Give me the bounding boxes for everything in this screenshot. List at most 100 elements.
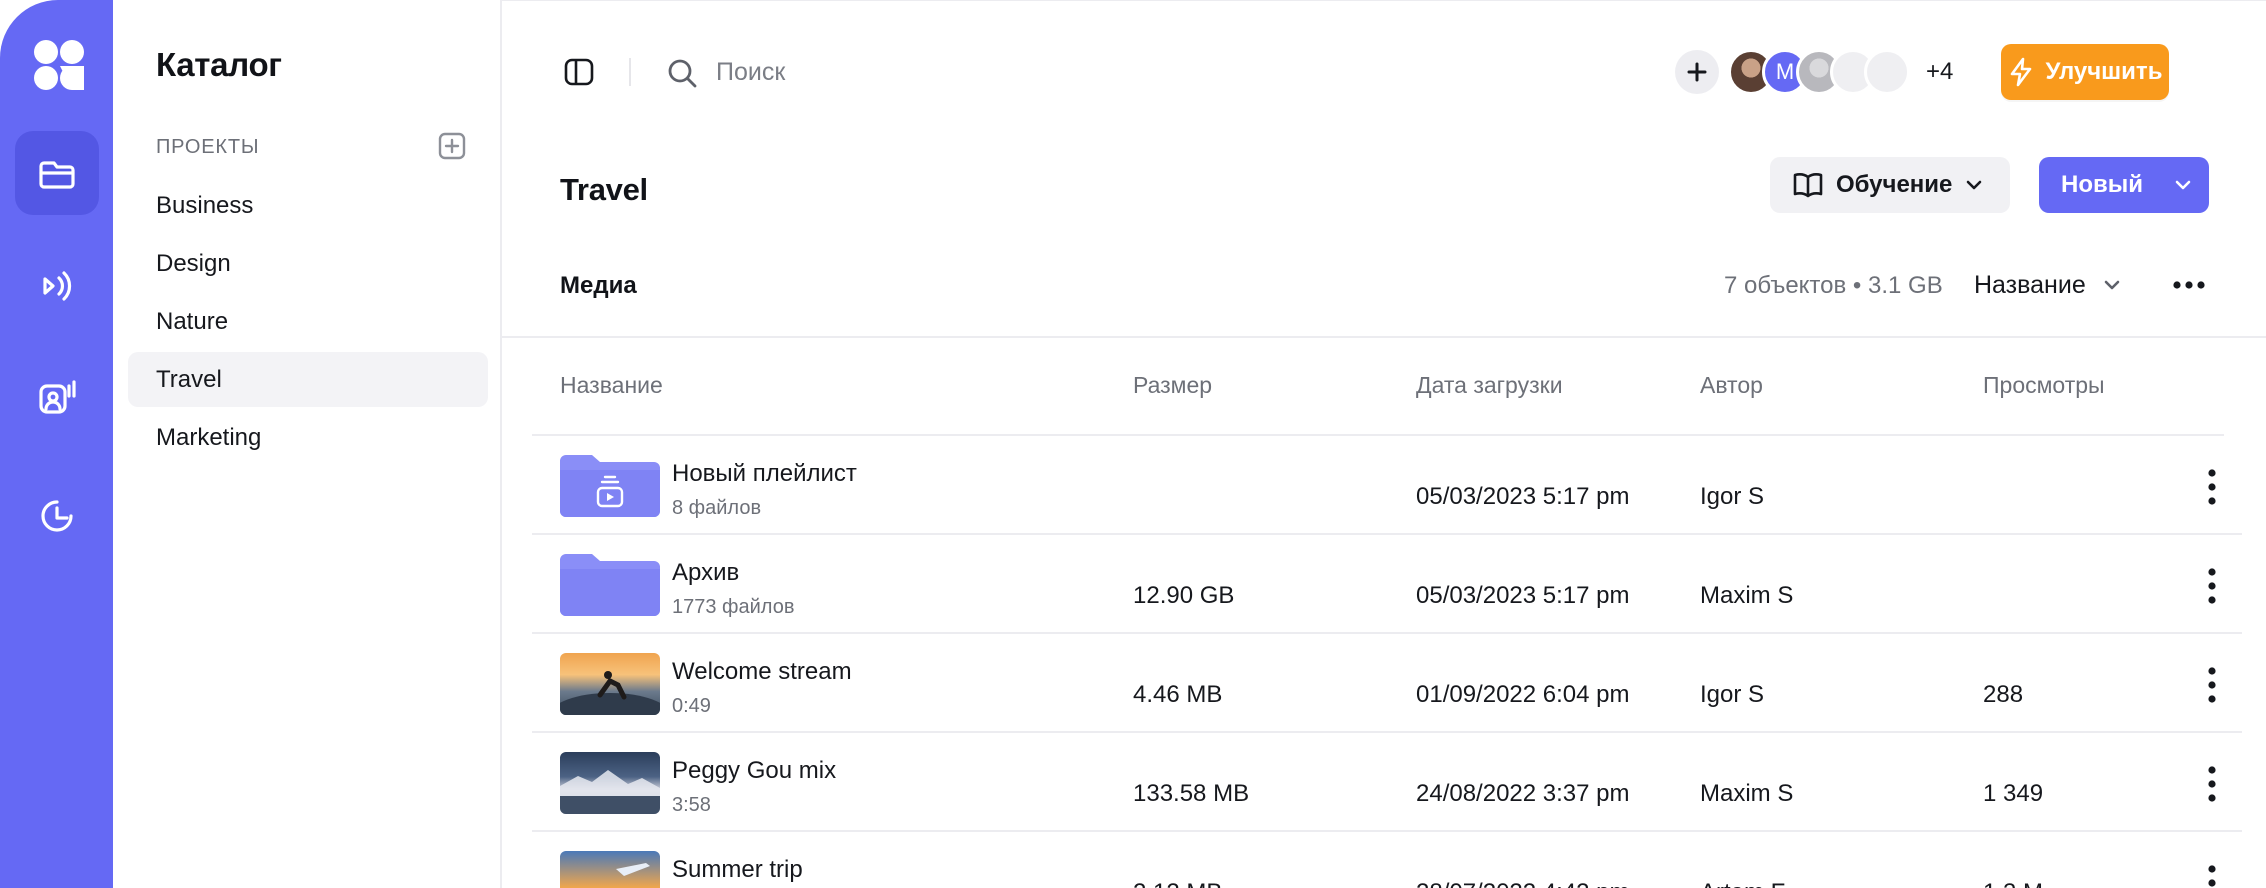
upgrade-button[interactable]: Улучшить [2001, 44, 2169, 100]
learn-button[interactable]: Обучение [1770, 157, 2010, 213]
section-divider [502, 336, 2266, 338]
row-title: Welcome stream [672, 658, 852, 685]
page-title: Travel [560, 172, 648, 207]
column-header-author[interactable]: Автор [1700, 372, 1763, 399]
rail-stats-button[interactable] [15, 474, 99, 558]
column-header-size[interactable]: Размер [1133, 372, 1212, 399]
folder-icon [39, 161, 75, 189]
column-header-date[interactable]: Дата загрузки [1416, 372, 1563, 399]
add-project-icon[interactable] [438, 132, 466, 160]
chart-icon [41, 500, 73, 532]
sort-dropdown[interactable]: Название [1974, 265, 2122, 305]
project-item-travel[interactable]: Travel [128, 352, 488, 407]
table-row[interactable]: Welcome stream 0:49 4.46 MB 01/09/2022 6… [532, 634, 2242, 733]
skater-image [560, 671, 660, 715]
more-members-count[interactable]: +4 [1926, 58, 1953, 86]
new-label: Новый [2061, 171, 2143, 198]
lightning-icon [2010, 57, 2031, 87]
chevron-down-icon [2175, 180, 2191, 190]
catalog-sidebar: Каталог ПРОЕКТЫ Business Design Nature T… [113, 0, 502, 888]
book-icon [1793, 173, 1823, 198]
row-date: 05/03/2023 5:17 pm [1416, 582, 1630, 609]
table-row[interactable]: Summer trip 2.12 MB 28/07/2022 4:42 pm A… [532, 832, 2242, 888]
row-subtitle: 0:49 [672, 695, 711, 717]
folder-thumbnail [560, 554, 660, 616]
more-vertical-icon[interactable] [2202, 765, 2222, 803]
row-views: 1 349 [1983, 780, 2044, 807]
app-window: Каталог ПРОЕКТЫ Business Design Nature T… [0, 0, 2266, 888]
playlist-folder-icon [560, 455, 660, 517]
video-thumbnail [560, 653, 660, 715]
video-thumbnail [560, 752, 660, 814]
logo-icon[interactable] [30, 36, 88, 94]
row-date: 28/07/2022 4:42 pm [1416, 879, 1630, 888]
row-subtitle: 8 файлов [672, 497, 762, 519]
catalog-title: Каталог [156, 46, 282, 83]
row-size: 2.12 MB [1133, 879, 1222, 888]
more-vertical-icon[interactable] [2202, 567, 2222, 605]
more-horizontal-icon[interactable] [2171, 270, 2207, 300]
table-header: Название Размер Дата загрузки Автор Прос… [502, 372, 2266, 432]
search-input[interactable] [716, 52, 1116, 92]
upgrade-label: Улучшить [2045, 58, 2163, 85]
more-vertical-icon[interactable] [2202, 666, 2222, 704]
row-author: Igor S [1700, 483, 1765, 510]
row-views: 1.3 M [1983, 879, 2043, 888]
row-views: 288 [1983, 681, 2024, 708]
media-section-label: Медиа [560, 272, 637, 299]
row-title: Архив [672, 559, 740, 586]
column-header-views[interactable]: Просмотры [1983, 372, 2105, 399]
rail-audience-button[interactable] [15, 356, 99, 440]
airplane-image [616, 863, 650, 876]
more-vertical-icon[interactable] [2202, 468, 2222, 506]
project-item-nature[interactable]: Nature [128, 294, 488, 349]
rail-broadcast-button[interactable] [15, 244, 99, 328]
row-title: Новый плейлист [672, 460, 857, 487]
projects-section-label: ПРОЕКТЫ [156, 136, 260, 158]
row-title: Summer trip [672, 856, 803, 883]
row-subtitle: 3:58 [672, 794, 711, 816]
row-date: 01/09/2022 6:04 pm [1416, 681, 1630, 708]
main-content: M +4 Улучшить Travel Обучение Новый [502, 0, 2266, 888]
rail-folder-button[interactable] [15, 131, 99, 215]
project-list: Business Design Nature Travel Marketing [128, 178, 488, 468]
row-subtitle: 1773 файлов [672, 596, 795, 618]
folder-icon [560, 554, 660, 616]
row-author: Maxim S [1700, 582, 1794, 609]
add-member-button[interactable] [1675, 50, 1719, 94]
chevron-down-icon [1967, 180, 1982, 190]
project-item-marketing[interactable]: Marketing [128, 410, 488, 465]
row-author: Artem F [1700, 879, 1785, 888]
chevron-down-icon [2104, 280, 2120, 290]
project-item-business[interactable]: Business [128, 178, 488, 233]
sidebar-toggle-icon[interactable] [564, 57, 594, 87]
new-button[interactable]: Новый [2039, 157, 2209, 213]
media-count: 7 объектов • 3.1 GB [1724, 272, 1943, 299]
broadcast-icon [43, 271, 72, 301]
table-row[interactable]: Peggy Gou mix 3:58 133.58 MB 24/08/2022 … [532, 733, 2242, 832]
plus-icon [1687, 62, 1707, 82]
toolbar-divider [629, 58, 631, 86]
row-title: Peggy Gou mix [672, 757, 837, 784]
playlist-folder-thumbnail [560, 455, 660, 517]
row-date: 24/08/2022 3:37 pm [1416, 780, 1630, 807]
table-row[interactable]: Архив 1773 файлов 12.90 GB 05/03/2023 5:… [532, 535, 2242, 634]
top-border [502, 0, 2266, 1]
video-thumbnail [560, 851, 660, 888]
more-vertical-icon[interactable] [2202, 864, 2222, 888]
sort-label: Название [1974, 270, 2086, 299]
row-date: 05/03/2023 5:17 pm [1416, 483, 1630, 510]
project-item-design[interactable]: Design [128, 236, 488, 291]
row-author: Maxim S [1700, 780, 1794, 807]
column-header-name[interactable]: Название [560, 372, 663, 399]
avatar[interactable] [1864, 49, 1910, 95]
learn-label: Обучение [1836, 171, 1953, 198]
icon-rail [0, 0, 113, 888]
mountain-image [560, 770, 660, 814]
row-size: 4.46 MB [1133, 681, 1223, 708]
row-size: 133.58 MB [1133, 780, 1250, 807]
user-analytics-icon [39, 380, 76, 414]
row-author: Igor S [1700, 681, 1765, 708]
search-icon [668, 59, 697, 88]
table-row[interactable]: Новый плейлист 8 файлов 05/03/2023 5:17 … [532, 436, 2242, 535]
